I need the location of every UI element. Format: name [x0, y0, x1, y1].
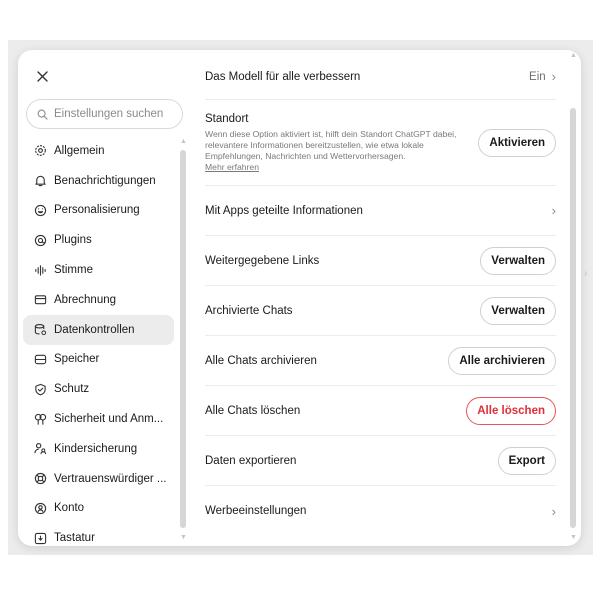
chevron-right-icon: › — [551, 69, 556, 84]
data-controls-panel: Das Modell für alle verbessern Ein › Sta… — [190, 50, 581, 546]
sidebar-item-label: Vertrauenswürdiger ... — [54, 472, 167, 485]
standort-text: Standort Wenn diese Option aktiviert ist… — [205, 113, 467, 173]
sidebar-item-label: Abrechnung — [54, 293, 117, 306]
content-scroll-up-icon[interactable]: ▲ — [570, 52, 577, 59]
sidebar-item-schutz[interactable]: Schutz — [23, 374, 174, 404]
shield-icon — [34, 383, 46, 396]
sidebar-item-label: Stimme — [54, 264, 93, 277]
sidebar-item-label: Allgemein — [54, 144, 105, 157]
archived-chats-row: Archivierte Chats Verwalten — [205, 286, 556, 336]
database-icon — [34, 324, 46, 336]
sidebar-item-label: Konto — [54, 502, 85, 515]
archived-chats-label: Archivierte Chats — [205, 304, 293, 317]
standort-row: Standort Wenn diese Option aktiviert ist… — [205, 100, 556, 186]
improve-model-toggle[interactable]: Ein › — [529, 69, 556, 84]
sidebar-scroll-up-icon[interactable]: ▲ — [180, 138, 187, 145]
archive-all-label: Alle Chats archivieren — [205, 354, 317, 367]
close-button[interactable] — [32, 66, 52, 86]
archive-all-button[interactable]: Alle archivieren — [448, 346, 556, 375]
ads-settings-row[interactable]: Werbeeinstellungen › — [205, 486, 556, 536]
sidebar-item-kindersicherung[interactable]: Kindersicherung — [23, 434, 174, 464]
voice-icon — [34, 264, 46, 276]
improve-model-row[interactable]: Das Modell für alle verbessern Ein › — [205, 54, 556, 100]
delete-all-button[interactable]: Alle löschen — [466, 396, 556, 425]
export-button[interactable]: Export — [497, 446, 556, 475]
standort-title: Standort — [205, 112, 249, 125]
sidebar-item-allgemein[interactable]: Allgemein — [23, 136, 174, 166]
sidebar-item-label: Datenkontrollen — [54, 323, 135, 336]
improve-model-value: Ein — [529, 70, 546, 83]
delete-all-row: Alle Chats löschen Alle löschen — [205, 386, 556, 436]
sidebar-item-label: Sicherheit und Anm... — [54, 413, 164, 426]
manage-shared-links-button[interactable]: Verwalten — [480, 246, 556, 275]
sidebar-item-stimme[interactable]: Stimme — [23, 255, 174, 285]
plugins-icon — [34, 234, 46, 246]
sidebar-item-label: Speicher — [54, 353, 100, 366]
sidebar-item-label: Personalisierung — [54, 204, 140, 217]
content-scroll-down-icon[interactable]: ▼ — [570, 534, 577, 541]
export-label: Daten exportieren — [205, 454, 297, 467]
lifebuoy-icon — [34, 472, 46, 485]
sidebar-item-tastatur[interactable]: Tastatur — [23, 523, 174, 546]
sidebar-item-abrechnung[interactable]: Abrechnung — [23, 285, 174, 315]
sidebar-item-benachrichtigungen[interactable]: Benachrichtigungen — [23, 166, 174, 196]
ads-settings-label: Werbeeinstellungen — [205, 505, 307, 517]
shared-links-label: Weitergegebene Links — [205, 254, 320, 267]
sidebar-item-speicher[interactable]: Speicher — [23, 345, 174, 375]
delete-all-label: Alle Chats löschen — [205, 404, 301, 417]
export-row: Daten exportieren Export — [205, 436, 556, 486]
archive-all-row: Alle Chats archivieren Alle archivieren — [205, 336, 556, 386]
chevron-right-icon: › — [551, 203, 556, 218]
sidebar-item-datenkontrollen[interactable]: Datenkontrollen — [23, 314, 174, 345]
sidebar-scroll-down-icon[interactable]: ▼ — [180, 534, 187, 541]
sidebar-item-label: Schutz — [54, 383, 90, 396]
settings-search[interactable] — [26, 99, 183, 129]
sidebar-item-vertrauenswuerdiger[interactable]: Vertrauenswürdiger ... — [23, 464, 174, 494]
manage-archived-chats-button[interactable]: Verwalten — [480, 296, 556, 325]
keyboard-icon — [34, 532, 46, 544]
search-input[interactable] — [54, 108, 179, 120]
activate-location-button[interactable]: Aktivieren — [478, 128, 556, 157]
sidebar-item-personalisierung[interactable]: Personalisierung — [23, 196, 174, 226]
sidebar-item-label: Kindersicherung — [54, 442, 138, 455]
sidebar-scrollbar[interactable] — [180, 150, 186, 528]
sidebar-item-label: Benachrichtigungen — [54, 174, 156, 187]
content-scrollbar[interactable] — [570, 108, 576, 528]
settings-dialog: Allgemein Benachrichtigungen Personalisi… — [18, 50, 581, 546]
close-icon — [36, 70, 48, 82]
sidebar-item-sicherheit[interactable]: Sicherheit und Anm... — [23, 404, 174, 434]
apps-info-label: Mit Apps geteilte Informationen — [205, 204, 363, 217]
standort-description: Wenn diese Option aktiviert ist, hilft d… — [205, 128, 457, 161]
personalization-icon — [34, 204, 46, 217]
sidebar-item-plugins[interactable]: Plugins — [23, 225, 174, 255]
improve-model-label: Das Modell für alle verbessern — [205, 70, 361, 83]
sidebar-item-label: Plugins — [54, 234, 92, 247]
settings-nav: Allgemein Benachrichtigungen Personalisi… — [23, 136, 174, 546]
sidebar-item-konto[interactable]: Konto — [23, 494, 174, 524]
storage-icon — [34, 354, 46, 365]
sidebar-item-label: Tastatur — [54, 532, 95, 545]
learn-more-link[interactable]: Mehr erfahren — [205, 162, 467, 173]
key-icon — [34, 413, 46, 425]
gear-icon — [34, 145, 46, 157]
chevron-right-icon: › — [551, 503, 556, 519]
settings-sidebar: Allgemein Benachrichtigungen Personalisi… — [18, 50, 190, 546]
search-icon — [37, 109, 48, 120]
background-arrow-icon: › — [584, 268, 588, 279]
shared-links-row: Weitergegebene Links Verwalten — [205, 236, 556, 286]
apps-info-row[interactable]: Mit Apps geteilte Informationen › — [205, 186, 556, 236]
card-icon — [34, 295, 46, 305]
family-icon — [33, 443, 46, 455]
bell-icon — [34, 175, 46, 187]
account-icon — [34, 502, 46, 515]
